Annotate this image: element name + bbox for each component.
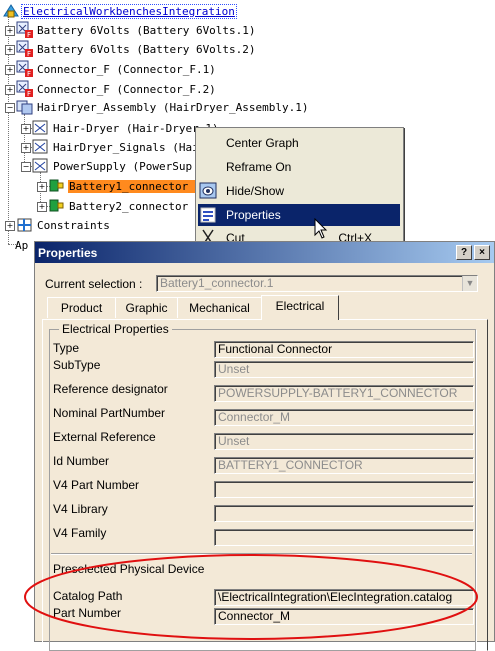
annotation-ellipse bbox=[24, 554, 478, 640]
tab-electrical[interactable]: Electrical bbox=[261, 295, 339, 320]
